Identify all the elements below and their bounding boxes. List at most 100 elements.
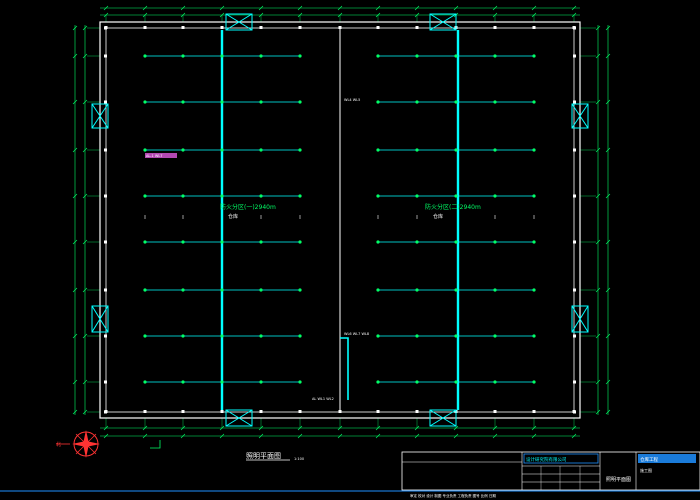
column-mark: [104, 380, 107, 384]
light-fixture-icon: [532, 288, 536, 292]
column-mark: [143, 26, 147, 29]
light-fixture-icon: [532, 148, 536, 152]
light-fixture-icon: [493, 54, 497, 58]
title-block: [0, 451, 700, 492]
column-mark: [104, 288, 107, 292]
left-note: AL-1 WL7: [146, 154, 163, 158]
light-fixture-icon: [259, 380, 263, 384]
light-fixture-icon: [181, 148, 185, 152]
light-fixture-icon: [143, 194, 147, 198]
cad-drawing-canvas: 防火分区(一)2940m 仓库 防火分区(二)2940m 仓库 AL-1 WL7…: [0, 5, 700, 498]
light-fixture-icon: [181, 288, 185, 292]
light-fixture-icon: [181, 334, 185, 338]
light-fixture-icon: [259, 240, 263, 244]
light-fixture-icon: [259, 194, 263, 198]
light-fixture-icon: [376, 148, 380, 152]
title-block-project: 仓库工程: [640, 456, 658, 463]
light-fixture-icon: [454, 100, 458, 104]
section-mark: [150, 440, 161, 449]
light-fixture-icon: [493, 100, 497, 104]
light-fixture-icon: [259, 100, 263, 104]
column-mark: [573, 54, 576, 58]
title-block-company: 设计研究院有限公司: [526, 456, 567, 463]
light-fixture-icon: [493, 240, 497, 244]
column-mark: [104, 334, 107, 338]
column-mark: [298, 410, 302, 413]
light-fixture-icon: [181, 194, 185, 198]
light-fixture-icon: [415, 194, 419, 198]
light-fixture-icon: [220, 288, 224, 292]
light-fixture-icon: [181, 380, 185, 384]
column-mark: [532, 410, 536, 413]
zone-left-label: 防火分区(一)2940m: [220, 203, 276, 211]
light-fixture-icon: [532, 240, 536, 244]
north-arrow-icon: [56, 430, 100, 458]
light-fixture-icon: [532, 334, 536, 338]
dimension-chains: [74, 7, 609, 437]
light-fixture-icon: [376, 288, 380, 292]
light-fixture-icon: [220, 54, 224, 58]
light-fixture-icon: [415, 54, 419, 58]
light-fixture-icon: [298, 148, 302, 152]
light-fixture-icon: [220, 334, 224, 338]
column-mark: [415, 410, 419, 413]
light-fixture-icon: [220, 240, 224, 244]
light-fixture-icon: [493, 380, 497, 384]
light-fixture-icon: [376, 194, 380, 198]
drawing-scale: 1:100: [294, 457, 304, 461]
column-mark: [143, 410, 147, 413]
light-fixture-icon: [220, 148, 224, 152]
column-mark: [298, 26, 302, 29]
title-block-stage: 施工图: [640, 467, 652, 473]
light-fixture-icon: [259, 54, 263, 58]
light-fixture-icon: [298, 54, 302, 58]
light-fixture-icon: [415, 100, 419, 104]
light-fixture-icon: [493, 334, 497, 338]
column-mark: [573, 100, 576, 104]
light-fixture-icon: [298, 240, 302, 244]
column-mark: [573, 26, 576, 30]
light-fixture-icon: [454, 380, 458, 384]
light-fixture-icon: [415, 288, 419, 292]
column-mark: [104, 148, 107, 152]
light-fixture-icon: [454, 334, 458, 338]
column-mark: [259, 410, 263, 413]
light-fixture-icon: [298, 288, 302, 292]
light-fixture-icon: [376, 100, 380, 104]
light-fixture-icon: [143, 334, 147, 338]
column-mark: [493, 26, 497, 29]
zone-left-sub: 仓库: [228, 213, 238, 220]
light-fixture-icon: [454, 288, 458, 292]
light-fixture-icon: [259, 288, 263, 292]
light-fixture-icon: [376, 240, 380, 244]
column-mark: [573, 288, 576, 292]
column-mark: [104, 410, 107, 414]
center-note-top: WL4 WL5: [344, 98, 360, 102]
column-mark: [104, 240, 107, 244]
column-mark: [573, 194, 576, 198]
light-fixture-icon: [532, 380, 536, 384]
column-mark: [181, 26, 185, 29]
column-mark: [573, 380, 576, 384]
light-fixture-icon: [143, 54, 147, 58]
bottom-note: AL WL1 WL2: [312, 397, 334, 401]
dimension-ticks: [72, 5, 611, 439]
light-fixture-icon: [415, 148, 419, 152]
light-fixture-icon: [454, 148, 458, 152]
column-mark: [376, 26, 380, 29]
light-fixture-icon: [259, 148, 263, 152]
column-mark: [181, 410, 185, 413]
column-mark: [104, 194, 107, 198]
light-fixture-icon: [298, 380, 302, 384]
light-fixture-icon: [493, 148, 497, 152]
light-fixture-icon: [532, 194, 536, 198]
light-fixture-icon: [454, 240, 458, 244]
light-fixture-icon: [532, 100, 536, 104]
column-mark: [376, 410, 380, 413]
column-mark: [573, 240, 576, 244]
light-fixture-icon: [143, 288, 147, 292]
north-label: 北: [56, 441, 61, 448]
light-fixture-icon: [415, 240, 419, 244]
column-mark: [220, 26, 224, 29]
light-fixture-icon: [143, 240, 147, 244]
